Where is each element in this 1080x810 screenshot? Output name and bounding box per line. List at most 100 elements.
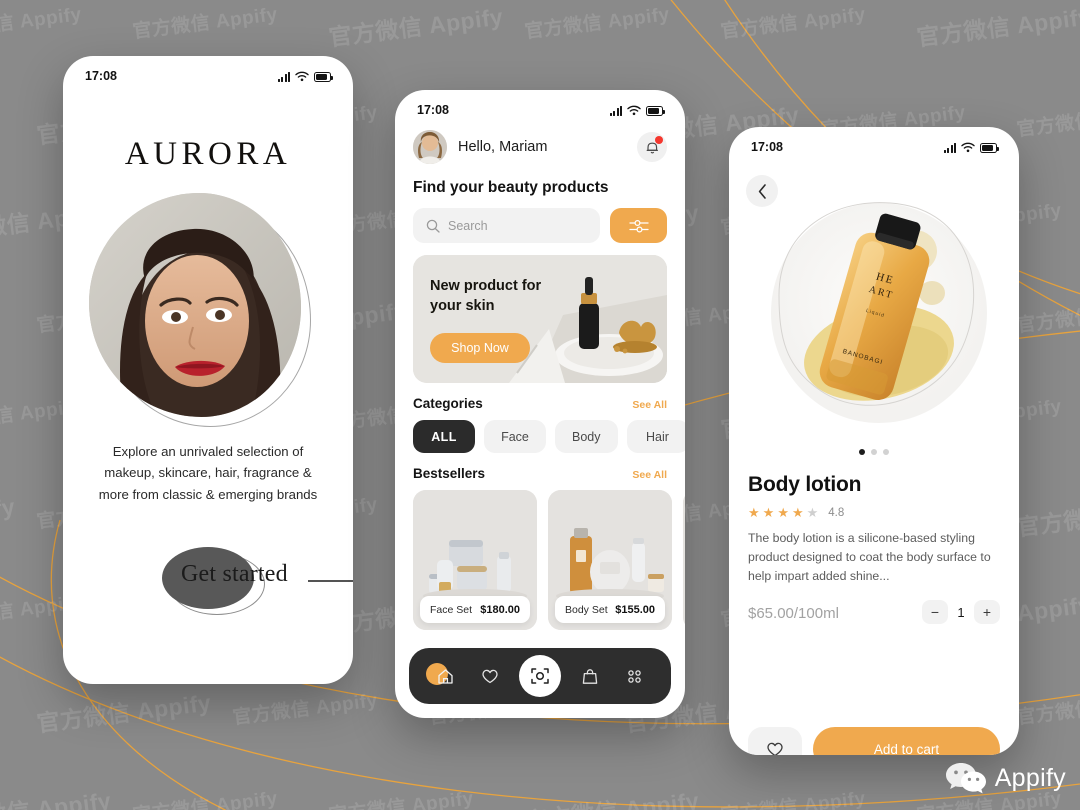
watermark-text: 官方微信 Appify	[1015, 493, 1080, 541]
watermark-text: 官方微信 Appify	[719, 788, 867, 810]
wechat-icon	[945, 763, 986, 794]
tab-scan[interactable]	[518, 655, 561, 697]
get-started-label: Get started	[181, 561, 288, 588]
app-logo: AURORA	[124, 136, 292, 172]
product-card[interactable]: Body Set $155.00	[548, 490, 672, 630]
status-time: 17:08	[751, 140, 783, 154]
notifications-button[interactable]	[637, 132, 667, 162]
categories-title: Categories	[413, 396, 483, 411]
quantity-plus[interactable]: +	[974, 600, 1000, 625]
status-bar: 17:08	[729, 127, 1019, 161]
watermark-text: 官方微信 Appify	[523, 781, 701, 810]
chip-hair[interactable]: Hair	[626, 420, 685, 453]
tab-bag[interactable]	[575, 661, 605, 691]
add-to-cart-button[interactable]: Add to cart	[813, 727, 1000, 755]
phone-home: 17:08 Hello, Mariam Find your beauty pro…	[395, 90, 685, 718]
watermark-text: 官方微信 Appify	[327, 3, 505, 51]
quantity-stepper[interactable]: − 1 +	[922, 600, 1000, 625]
bestsellers-see-all[interactable]: See All	[632, 469, 667, 481]
watermark-text: 官方微信 Appify	[131, 4, 279, 43]
notification-badge	[655, 136, 663, 144]
tab-home[interactable]	[426, 661, 460, 691]
signal-icon	[277, 71, 290, 82]
chip-label: Face	[501, 429, 529, 444]
bestsellers-header: Bestsellers See All	[413, 466, 667, 481]
tab-favorites[interactable]	[475, 661, 505, 691]
rating: ★ ★ ★ ★ ★ 4.8	[748, 506, 1000, 519]
watermark-text: 官方微信 Appify	[231, 690, 379, 729]
search-row: Search	[413, 208, 667, 243]
detail-actions: Add to cart	[748, 727, 1000, 755]
favorite-button[interactable]	[748, 727, 802, 755]
product-card[interactable]: Face Set $180.00	[413, 490, 537, 630]
appify-logo: Appify	[945, 760, 1066, 796]
quantity-minus[interactable]: −	[922, 600, 948, 625]
price-unit: /100ml	[793, 604, 839, 622]
chip-label: Body	[572, 429, 601, 444]
product-price: $65.00/100ml	[748, 602, 839, 623]
avatar[interactable]	[413, 130, 447, 164]
battery-icon	[646, 106, 665, 116]
product-hero[interactable]: HE ART Liquid BANOBAGI	[729, 165, 1019, 455]
chip-body[interactable]: Body	[555, 420, 618, 453]
heart-icon	[481, 669, 498, 684]
grid-icon	[628, 669, 641, 683]
promo-banner[interactable]: New product for your skin Shop Now	[413, 255, 667, 383]
status-time: 17:08	[85, 69, 117, 83]
rating-value: 4.8	[828, 506, 845, 519]
get-started-area[interactable]: Get started	[63, 547, 353, 621]
scan-icon	[531, 668, 549, 684]
wifi-icon	[295, 71, 309, 81]
search-placeholder: Search	[448, 218, 488, 233]
page-title: Find your beauty products	[413, 179, 609, 196]
search-input[interactable]: Search	[413, 208, 600, 243]
star-icon: ★	[748, 505, 760, 520]
tab-more[interactable]	[620, 661, 650, 691]
watermark-text: 官方微信 Appify	[1015, 690, 1080, 729]
bag-icon	[583, 668, 598, 684]
filter-button[interactable]	[610, 208, 667, 243]
signal-icon	[943, 142, 956, 153]
price-value: $65.00	[748, 604, 794, 622]
star-icon: ★	[777, 505, 789, 520]
categories-see-all[interactable]: See All	[632, 399, 667, 411]
chip-all[interactable]: ALL	[413, 420, 475, 453]
quantity-value: 1	[957, 604, 965, 620]
product-title: Body lotion	[748, 473, 862, 496]
banner-title: New product for your skin	[430, 278, 542, 314]
phone-product-detail: 17:08 HE ART Liquid BANOBAGI Body lotion…	[729, 127, 1019, 755]
sliders-icon	[628, 219, 649, 233]
greeting-text: Hello, Mariam	[458, 139, 548, 155]
battery-icon	[980, 143, 999, 153]
product-card-partial[interactable]	[683, 490, 685, 630]
chip-label: Hair	[646, 429, 669, 444]
watermark-text: 官方微信 Appify	[35, 689, 213, 737]
price-row: $65.00/100ml − 1 +	[748, 600, 1000, 625]
watermark-text: 官方微信 Appify	[0, 781, 113, 810]
product-name: Face Set	[430, 603, 473, 616]
home-icon	[438, 668, 453, 684]
chip-label: ALL	[431, 429, 457, 444]
product-image	[683, 490, 685, 630]
arrow-right-icon	[308, 580, 353, 582]
star-icon: ★	[791, 505, 804, 520]
star-icon: ★	[806, 505, 819, 520]
status-bar: 17:08	[395, 90, 685, 124]
wifi-icon	[961, 142, 975, 152]
product-hero-image: HE ART Liquid BANOBAGI	[771, 202, 987, 423]
product-price: $155.00	[615, 603, 655, 616]
greeting-row: Hello, Mariam	[413, 130, 667, 164]
star-icon: ★	[762, 505, 775, 520]
product-description: The body lotion is a silicone-based styl…	[748, 531, 991, 584]
watermark-text: 官方微信 Appify	[719, 4, 867, 43]
chip-face[interactable]: Face	[484, 420, 546, 453]
add-to-cart-label: Add to cart	[873, 741, 940, 756]
banner-image	[413, 255, 667, 383]
onboarding-hero	[63, 187, 353, 439]
signal-icon	[609, 105, 622, 116]
battery-icon	[314, 72, 333, 82]
bestsellers-list: Face Set $180.00 Body Set $155.00	[413, 490, 685, 630]
shop-now-button[interactable]: Shop Now	[430, 333, 530, 363]
category-chips: ALL Face Body Hair	[413, 420, 685, 453]
product-label: Face Set $180.00	[420, 596, 530, 623]
